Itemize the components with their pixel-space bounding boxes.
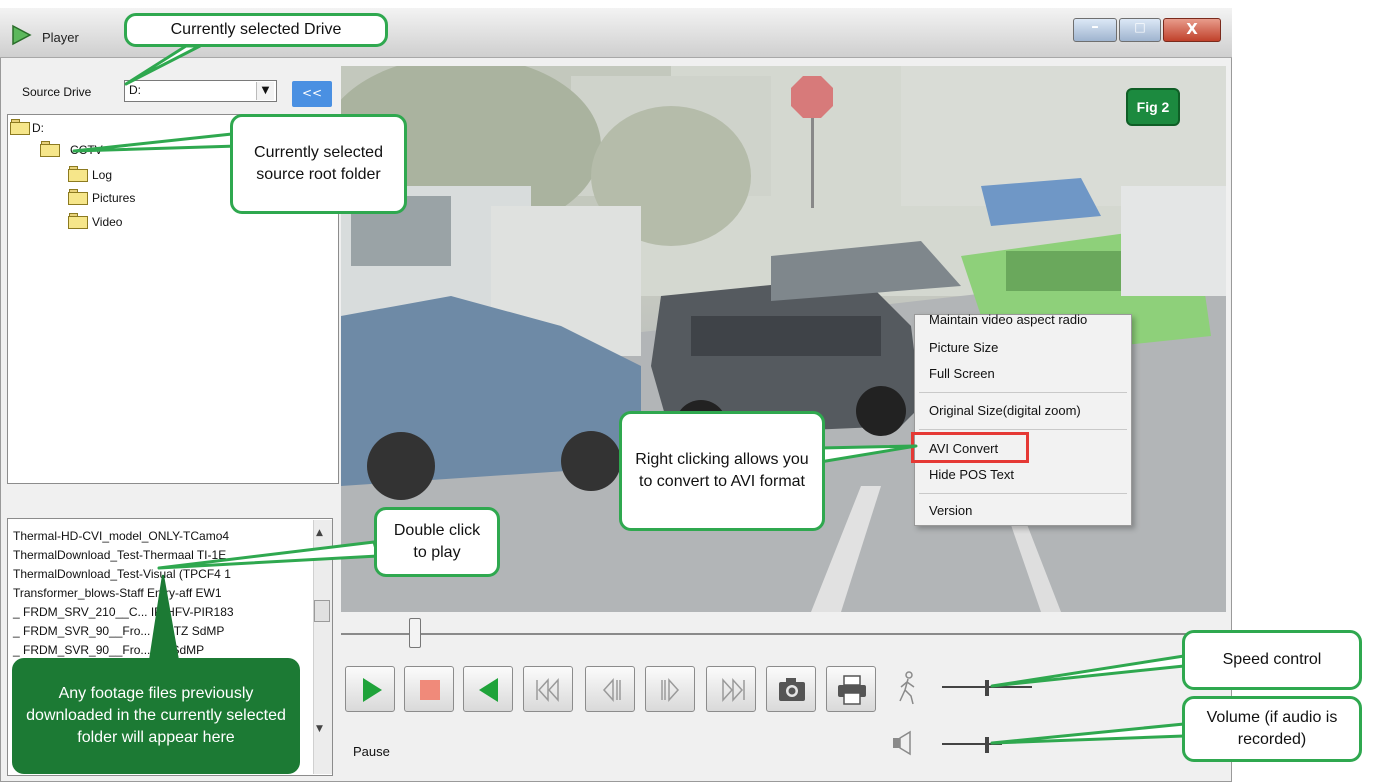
callout-volume: Volume (if audio is recorded) xyxy=(1182,696,1362,762)
callout-avi-convert: Right clicking allows you to convert to … xyxy=(619,411,825,531)
callout-speed-control: Speed control xyxy=(1182,630,1362,690)
callout-root-folder: Currently selected source root folder xyxy=(230,114,407,214)
callout-footage-files: Any footage files previously downloaded … xyxy=(12,658,300,774)
callout-double-click: Double click to play xyxy=(374,507,500,577)
callout-selected-drive: Currently selected Drive xyxy=(124,13,388,47)
